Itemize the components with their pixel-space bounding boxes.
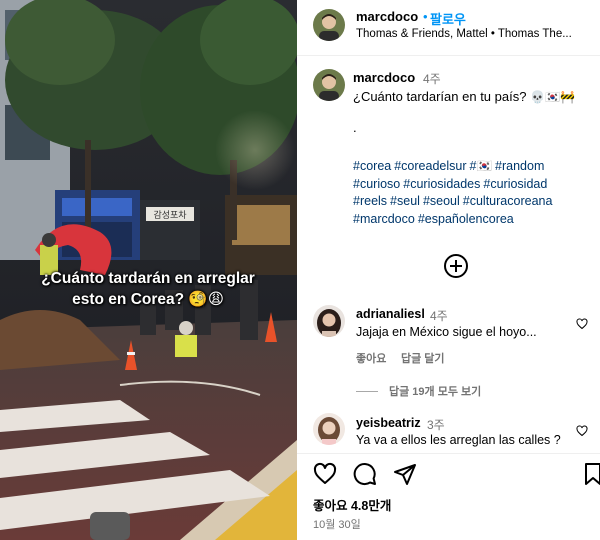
hashtag-link[interactable]: #corea (353, 159, 391, 173)
hashtag-link[interactable]: #españolencorea (418, 212, 514, 226)
hashtag-link[interactable]: #seul (390, 194, 420, 208)
view-replies-label: 답글 19개 모두 보기 (389, 386, 482, 398)
comment-time[interactable]: 3주 (427, 416, 445, 433)
comment-like-button[interactable]: 좋아요 (356, 350, 386, 366)
shop-sign: 감성포차 (153, 209, 187, 221)
author-avatar[interactable] (313, 9, 345, 41)
post-date[interactable]: 10월 30일 (313, 516, 361, 532)
hashtag-link[interactable]: #curiosidades (403, 177, 480, 191)
hashtag-link[interactable]: #marcdoco (353, 212, 415, 226)
caption-time[interactable]: 4주 (423, 70, 441, 87)
hashtag-link[interactable]: #🇰🇷 (470, 159, 493, 173)
hashtag-link[interactable]: #reels (353, 194, 387, 208)
hashtag-link[interactable]: #seoul (423, 194, 460, 208)
hashtag-link[interactable]: #random (495, 159, 544, 173)
comment-reply-button[interactable]: 답글 달기 (401, 350, 445, 366)
hashtag-link[interactable]: #curiosidad (483, 177, 547, 191)
action-bar: 좋아요 4.8만개 10월 30일 (297, 453, 600, 540)
caption-body: ¿Cuánto tardarían en tu país? (353, 89, 527, 104)
commenter-avatar[interactable] (313, 305, 345, 337)
comment-time[interactable]: 4주 (430, 307, 448, 324)
comments-section: marcdoco 4주 ¿Cuánto tardarían en tu país… (297, 57, 600, 453)
like-count[interactable]: 좋아요 4.8만개 (313, 495, 391, 514)
follow-button[interactable]: 팔로우 (430, 9, 466, 28)
hashtag-link[interactable]: #culturacoreana (463, 194, 553, 208)
view-replies-button[interactable]: 답글 19개 모두 보기 (356, 383, 481, 399)
author-username[interactable]: marcdoco (356, 9, 418, 24)
caption-emojis: 💀🇰🇷🚧 (530, 90, 575, 104)
plus-circle-icon[interactable] (444, 254, 468, 278)
hashtag-list: #corea #coreadelsur #🇰🇷 #random #curioso #cu… (353, 158, 593, 228)
replies-divider (356, 390, 378, 392)
hashtag-link[interactable]: #curioso (353, 177, 400, 191)
comment-heart-icon[interactable] (576, 318, 588, 330)
share-icon[interactable] (393, 462, 417, 486)
comment-icon[interactable] (353, 462, 377, 486)
post-media[interactable]: 감성포차 ¿Cuánto tardarán en arreglar esto e… (0, 0, 297, 540)
video-overlay-caption: ¿Cuánto tardarán en arreglar esto en Cor… (41, 270, 255, 308)
audio-attribution[interactable]: Thomas & Friends, Mattel • Thomas The... (356, 28, 596, 40)
caption-dot: . (353, 120, 357, 135)
bookmark-icon[interactable] (584, 462, 600, 486)
caption-username[interactable]: marcdoco (353, 70, 415, 85)
header-separator: • (423, 9, 428, 24)
comment-username[interactable]: adrianaliesl (356, 307, 425, 321)
post-header: marcdoco • 팔로우 Thomas & Friends, Mattel … (297, 0, 600, 56)
comment-text: Jajaja en México sigue el hoyo... (356, 325, 537, 339)
heart-icon[interactable] (313, 462, 337, 486)
caption-text: ¿Cuánto tardarían en tu país? 💀🇰🇷🚧 (353, 89, 575, 104)
hashtag-link[interactable]: #coreadelsur (394, 159, 466, 173)
post-panel: marcdoco • 팔로우 Thomas & Friends, Mattel … (297, 0, 600, 540)
comment-username[interactable]: yeisbeatriz (356, 416, 421, 430)
comment-heart-icon[interactable] (576, 425, 588, 437)
commenter-avatar[interactable] (313, 413, 345, 445)
comment-text: Ya va a ellos les arreglan las calles ? (356, 433, 561, 447)
caption-avatar[interactable] (313, 69, 345, 101)
